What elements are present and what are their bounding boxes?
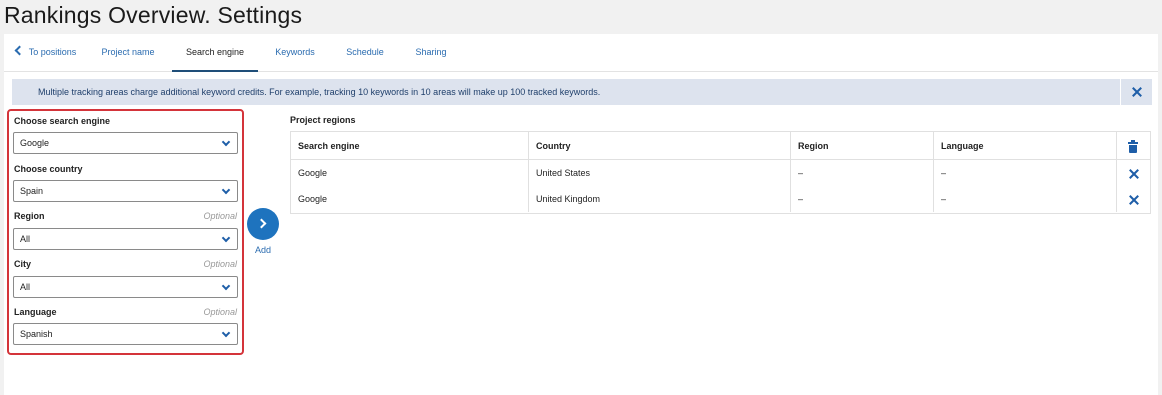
back-label: To positions	[28, 47, 77, 57]
country-value: Spain	[20, 186, 44, 196]
trash-icon[interactable]	[1128, 140, 1138, 153]
banner-text: Multiple tracking areas charge additiona…	[38, 87, 601, 97]
chevron-down-icon	[221, 281, 231, 291]
back-to-positions-link[interactable]: To positions	[10, 34, 82, 72]
country-select[interactable]: Spain	[13, 180, 238, 202]
region-optional-hint: Optional	[203, 211, 237, 221]
city-optional-hint: Optional	[203, 259, 237, 269]
row-1-search-engine: Google	[291, 160, 529, 186]
language-label: Language	[14, 307, 57, 317]
city-value: All	[20, 282, 31, 292]
country-label: Choose country	[14, 164, 83, 174]
add-region-button[interactable]	[247, 208, 279, 240]
region-label: Region	[14, 211, 45, 221]
row-2-country: United Kingdom	[529, 186, 791, 212]
region-form: Choose search engine Google Choose count…	[7, 109, 244, 355]
row-2-region: –	[791, 186, 934, 212]
settings-card: To positions Project name Search engine …	[4, 34, 1158, 395]
language-optional-hint: Optional	[203, 307, 237, 317]
search-engine-label: Choose search engine	[14, 116, 111, 126]
column-header-region: Region	[791, 132, 934, 160]
column-header-search-engine: Search engine	[291, 132, 529, 160]
tab-sharing[interactable]: Sharing	[408, 34, 454, 72]
city-label: City	[14, 259, 32, 269]
tab-keywords[interactable]: Keywords	[268, 34, 322, 72]
remove-row-2-icon[interactable]	[1129, 195, 1139, 205]
chevron-left-icon	[14, 45, 25, 56]
search-engine-select[interactable]: Google	[13, 132, 238, 154]
banner-close-button[interactable]	[1120, 79, 1152, 105]
row-2-search-engine: Google	[291, 186, 529, 212]
column-header-country: Country	[529, 132, 791, 160]
page-title: Rankings Overview. Settings	[4, 2, 303, 28]
row-1-country: United States	[529, 160, 791, 186]
chevron-down-icon	[221, 328, 231, 338]
project-regions-table: Search engine Country Region Language Go…	[290, 131, 1151, 214]
row-1-region: –	[791, 160, 934, 186]
column-header-language: Language	[934, 132, 1117, 160]
row-2-language: –	[934, 186, 1117, 212]
chevron-down-icon	[221, 233, 231, 243]
tab-bar: To positions Project name Search engine …	[4, 34, 1158, 72]
close-icon	[1132, 87, 1142, 97]
tab-search-engine[interactable]: Search engine	[172, 34, 258, 72]
region-select[interactable]: All	[13, 228, 238, 250]
column-header-actions	[1117, 132, 1150, 160]
region-value: All	[20, 234, 31, 244]
row-1-language: –	[934, 160, 1117, 186]
chevron-down-icon	[221, 137, 231, 147]
city-select[interactable]: All	[13, 276, 238, 298]
add-label[interactable]: Add	[255, 245, 271, 255]
tab-project-name[interactable]: Project name	[90, 34, 166, 72]
chevron-right-icon	[256, 218, 267, 229]
tab-schedule[interactable]: Schedule	[340, 34, 390, 72]
language-select[interactable]: Spanish	[13, 323, 238, 345]
remove-row-1-icon[interactable]	[1129, 169, 1139, 179]
language-value: Spanish	[20, 329, 53, 339]
chevron-down-icon	[221, 185, 231, 195]
search-engine-value: Google	[20, 138, 50, 148]
credits-info-banner: Multiple tracking areas charge additiona…	[12, 79, 1152, 105]
project-regions-title: Project regions	[290, 115, 356, 125]
